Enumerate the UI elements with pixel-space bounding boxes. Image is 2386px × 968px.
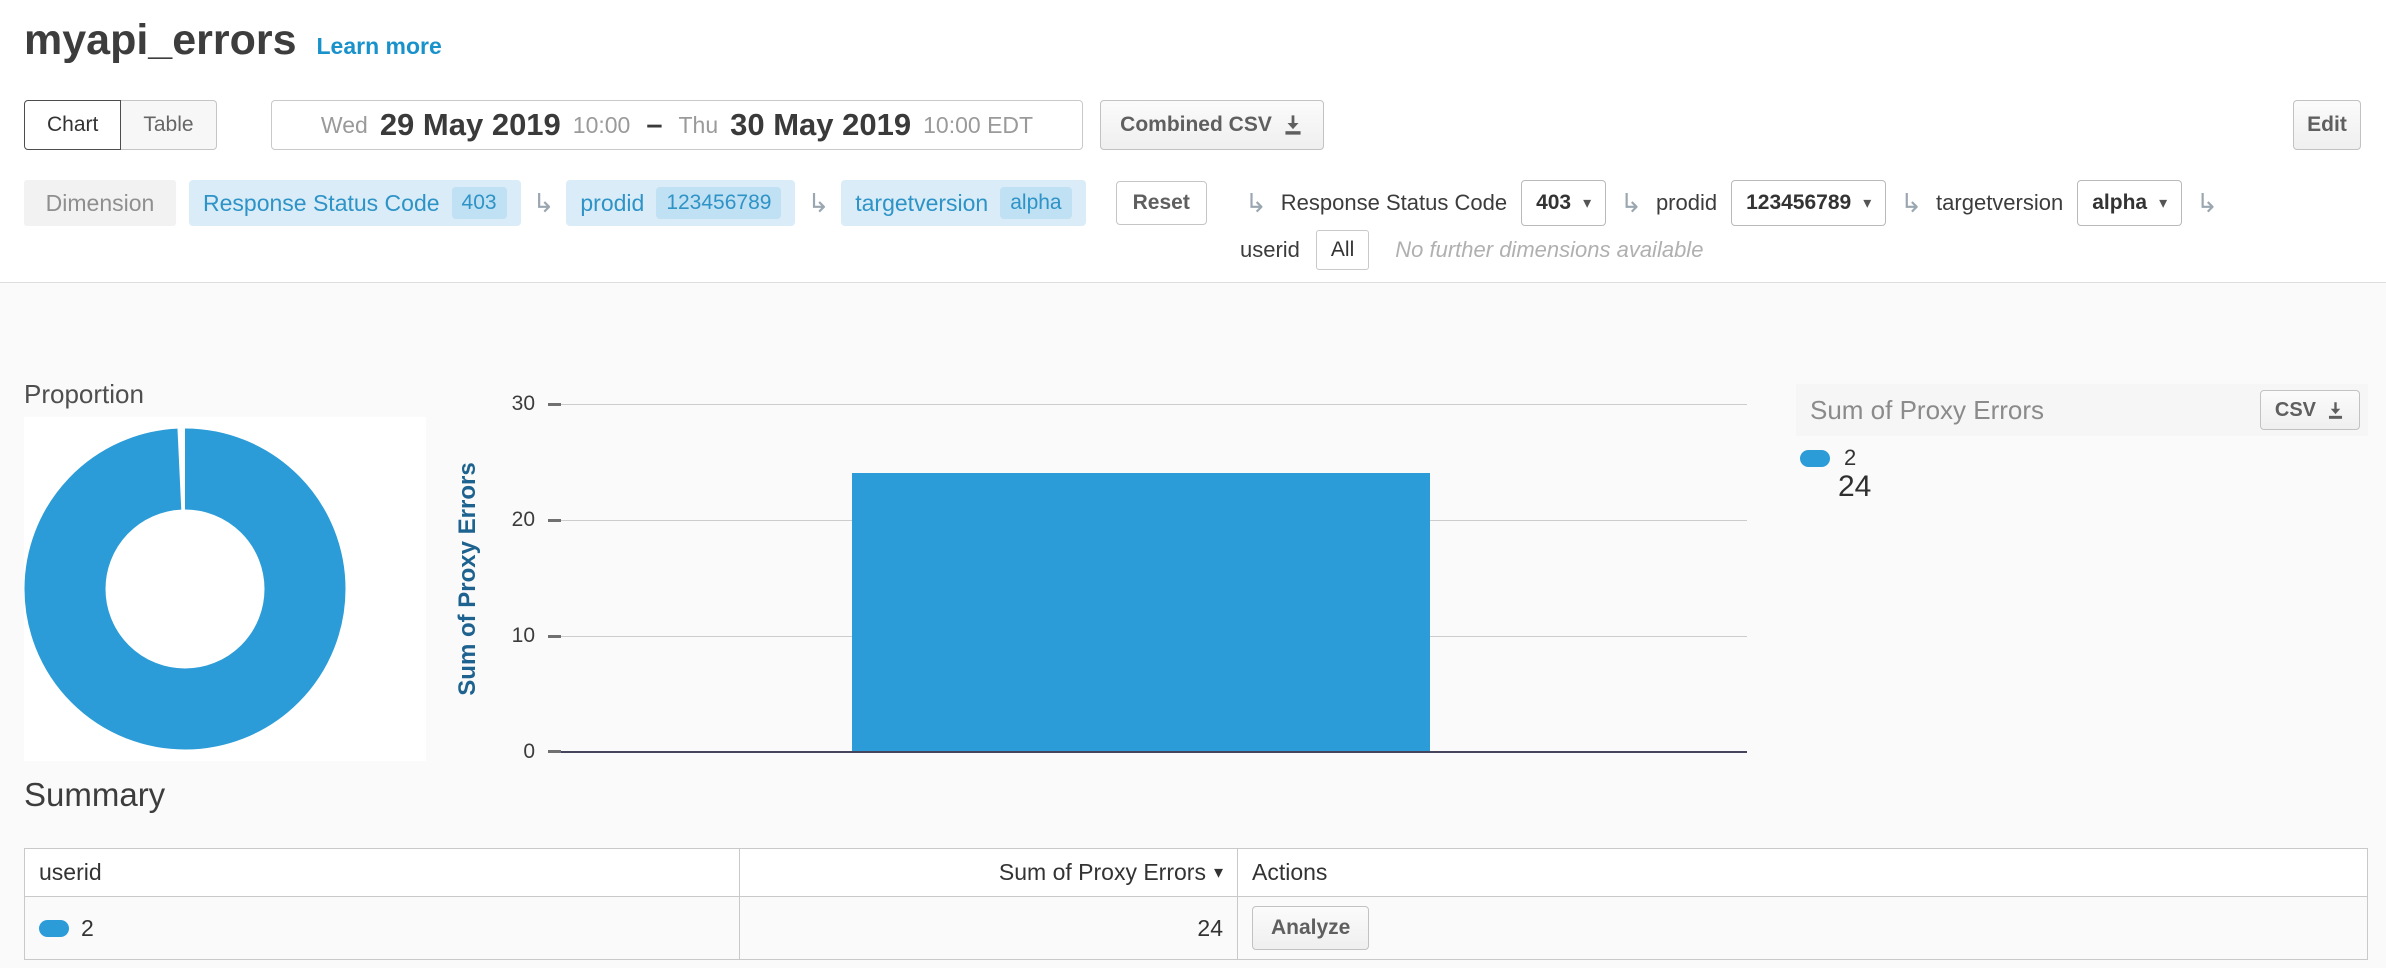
date-range-separator: – (642, 109, 666, 142)
combined-csv-button[interactable]: Combined CSV (1100, 100, 1324, 150)
select-value: alpha (2092, 191, 2147, 215)
y-axis-title: Sum of Proxy Errors (454, 462, 482, 695)
cell-userid: 2 (25, 897, 739, 959)
legend-header: Sum of Proxy Errors CSV (1796, 384, 2368, 436)
select-value: 403 (1536, 191, 1571, 215)
summary-table: userid Sum of Proxy Errors ▾ Actions 2 2… (24, 848, 2368, 960)
drilldown-arrow-icon: ↳ (1245, 190, 1267, 216)
legend-item-label: 2 (1844, 445, 1856, 471)
table-header-row: userid Sum of Proxy Errors ▾ Actions (25, 849, 2367, 897)
column-header-actions: Actions (1237, 849, 2367, 896)
analytics-dashboard: myapi_errors Learn more Chart Table Wed … (0, 0, 2386, 968)
reset-button[interactable]: Reset (1116, 181, 1207, 225)
column-header-userid: userid (25, 849, 739, 896)
cell-sum-of-proxy-errors: 24 (739, 897, 1237, 959)
caret-down-icon: ▾ (1863, 193, 1871, 213)
legend-swatch (1800, 450, 1830, 467)
y-tick-label: 10 (455, 623, 535, 649)
breadcrumb-value: alpha (1000, 187, 1071, 219)
breadcrumb-value: 403 (452, 187, 507, 219)
toolbar: Chart Table Wed 29 May 2019 10:00 – Thu … (0, 100, 2386, 150)
tick-mark (548, 403, 561, 406)
drilldown-arrow-icon: ↳ (807, 190, 829, 216)
breadcrumb-name: Response Status Code (203, 190, 440, 217)
userid-all-button[interactable]: All (1316, 230, 1369, 270)
x-axis-line (548, 751, 1747, 753)
table-toggle-button[interactable]: Table (121, 100, 216, 150)
header: myapi_errors Learn more (24, 16, 442, 65)
tick-mark (548, 635, 561, 638)
drilldown-name-targetversion: targetversion (1936, 190, 2063, 216)
no-further-dimensions-text: No further dimensions available (1395, 237, 1703, 263)
proportion-donut-chart (24, 417, 426, 761)
drilldown-userid-row: userid All No further dimensions availab… (1240, 228, 1703, 272)
date-range-picker[interactable]: Wed 29 May 2019 10:00 – Thu 30 May 2019 … (271, 100, 1083, 150)
prodid-select[interactable]: 123456789 ▾ (1731, 180, 1886, 226)
summary-title: Summary (24, 776, 165, 814)
donut-ring (65, 469, 305, 709)
breadcrumb-prodid[interactable]: prodid 123456789 (566, 180, 795, 226)
table-row: 2 24 Analyze (25, 897, 2367, 959)
drilldown-arrow-icon: ↳ (2196, 190, 2218, 216)
learn-more-link[interactable]: Learn more (317, 33, 442, 60)
drilldown-name-response-status-code: Response Status Code (1281, 190, 1507, 216)
drilldown-arrow-icon: ↳ (533, 190, 555, 216)
breadcrumb-response-status-code[interactable]: Response Status Code 403 (189, 180, 521, 226)
column-header-label: Sum of Proxy Errors (999, 859, 1206, 886)
breadcrumb-name: prodid (580, 190, 644, 217)
tick-mark (548, 519, 561, 522)
y-tick-label: 0 (455, 739, 535, 765)
legend-title: Sum of Proxy Errors (1810, 395, 2044, 426)
bar-series (852, 473, 1430, 751)
response-status-code-select[interactable]: 403 ▾ (1521, 180, 1606, 226)
dimension-label: Dimension (24, 180, 176, 226)
y-tick-label: 20 (455, 507, 535, 533)
legend-item-value: 24 (1838, 470, 1871, 504)
date-start-day: Wed (321, 112, 368, 139)
breadcrumb-name: targetversion (855, 190, 988, 217)
sort-down-icon[interactable]: ▾ (1214, 862, 1223, 883)
analyze-button[interactable]: Analyze (1252, 906, 1369, 950)
page-title: myapi_errors (24, 16, 297, 65)
chart-toggle-button[interactable]: Chart (24, 100, 121, 150)
cell-actions: Analyze (1237, 897, 2367, 959)
breadcrumb-targetversion[interactable]: targetversion alpha (841, 180, 1085, 226)
targetversion-select[interactable]: alpha ▾ (2077, 180, 2182, 226)
caret-down-icon: ▾ (2159, 193, 2167, 213)
drilldown-name-prodid: prodid (1656, 190, 1717, 216)
csv-label: CSV (2275, 399, 2316, 422)
tick-mark (548, 750, 561, 753)
proportion-label: Proportion (24, 379, 144, 410)
dimension-breadcrumbs: Response Status Code 403 ↳ prodid 123456… (189, 180, 1207, 226)
select-value: 123456789 (1746, 191, 1851, 215)
gridline (548, 404, 1747, 405)
drilldown-arrow-icon: ↳ (1900, 190, 1922, 216)
download-icon (2326, 401, 2345, 420)
edit-button[interactable]: Edit (2293, 100, 2361, 150)
date-start-date: 29 May 2019 (380, 107, 561, 143)
donut-svg (24, 417, 426, 761)
download-icon (1282, 114, 1304, 136)
legend-item[interactable]: 2 (1800, 445, 1856, 471)
drilldown-arrow-icon: ↳ (1620, 190, 1642, 216)
breadcrumb-value: 123456789 (656, 187, 781, 219)
combined-csv-label: Combined CSV (1120, 113, 1272, 137)
date-end-date: 30 May 2019 (730, 107, 911, 143)
dimension-bar: Dimension Response Status Code 403 ↳ pro… (0, 180, 2386, 226)
date-end-time: 10:00 EDT (923, 112, 1033, 139)
caret-down-icon: ▾ (1583, 193, 1591, 213)
drilldown-controls: ↳ Response Status Code 403 ▾ ↳ prodid 12… (1245, 180, 2218, 226)
view-toggle-group: Chart Table (24, 100, 217, 150)
date-start-time: 10:00 (573, 112, 631, 139)
userid-value: 2 (81, 915, 94, 942)
date-end-day: Thu (679, 112, 719, 139)
bar-chart-plot (548, 404, 1747, 753)
drilldown-name-userid: userid (1240, 237, 1300, 263)
row-swatch (39, 920, 69, 937)
y-tick-label: 30 (455, 391, 535, 417)
csv-button[interactable]: CSV (2260, 390, 2360, 430)
column-header-sum-of-proxy-errors[interactable]: Sum of Proxy Errors ▾ (739, 849, 1237, 896)
